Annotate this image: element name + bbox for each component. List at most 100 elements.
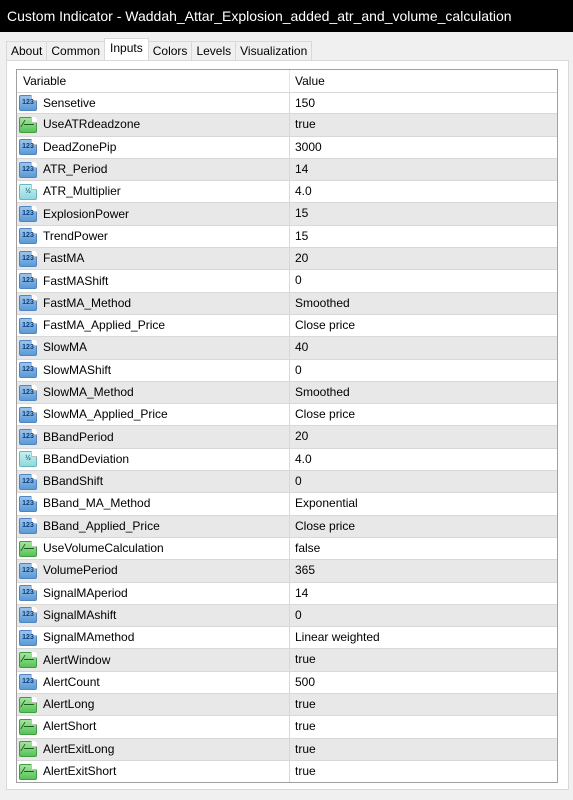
tab-common[interactable]: Common [46,41,106,60]
table-row[interactable]: 123 SignalMAperiod 14 [17,582,557,605]
variable-cell: 123 DeadZonePip [17,136,290,158]
table-row[interactable]: 123 FastMA 20 [17,248,557,271]
integer-type-icon: 123 [19,562,37,579]
variable-cell: 123 SlowMA [17,337,290,359]
table-row[interactable]: 123 ATR_Period 14 [17,158,557,182]
table-row[interactable]: ⁄— AlertLong true [17,694,557,717]
value-cell[interactable]: 40 [290,337,557,358]
value-cell[interactable]: 0 [290,605,557,626]
table-row[interactable]: ⁄— AlertWindow true [17,649,557,672]
type-glyph: ⁄— [22,654,34,666]
column-header-value[interactable]: Value [290,70,557,92]
value-cell[interactable]: 20 [290,426,557,447]
table-row[interactable]: 123 SlowMA_Method Smoothed [17,381,557,405]
table-row[interactable]: 123 BBandPeriod 20 [17,426,557,449]
value-cell[interactable]: 15 [290,226,557,247]
table-row[interactable]: ⁄— AlertExitLong true [17,738,557,761]
table-row[interactable]: ½ BBandDeviation 4.0 [17,448,557,472]
table-row[interactable]: 123 SlowMAShift 0 [17,359,557,382]
table-row[interactable]: ⁄— UseVolumeCalculation false [17,537,557,561]
value-cell[interactable]: Close price [290,404,557,425]
value-cell[interactable]: 0 [290,471,557,492]
value-cell[interactable]: true [290,739,557,760]
value-cell[interactable]: Linear weighted [290,627,557,648]
variable-cell: 123 TrendPower [17,225,290,248]
tab-colors[interactable]: Colors [147,41,193,60]
value-cell[interactable]: 365 [290,560,557,581]
type-glyph: 123 [22,343,34,351]
table-row[interactable]: 123 FastMAShift 0 [17,270,557,293]
value-cell[interactable]: 4.0 [290,181,557,202]
variable-name: AlertWindow [43,652,111,667]
variable-name: UseVolumeCalculation [43,541,164,556]
value-cell[interactable]: 14 [290,583,557,604]
table-row[interactable]: 123 DeadZonePip 3000 [17,136,557,159]
table-row[interactable]: ⁄— UseATRdeadzone true [17,114,557,137]
value-cell[interactable]: Smoothed [290,293,557,314]
grid-body: 123 Sensetive 150 ⁄— UseATRdeadzone true 123 De… [17,92,557,782]
column-header-variable[interactable]: Variable [17,70,290,92]
value-cell[interactable]: 15 [290,203,557,224]
bool-type-icon: ⁄— [19,741,37,758]
table-row[interactable]: 123 AlertCount 500 [17,671,557,695]
table-row[interactable]: 123 BBand_MA_Method Exponential [17,493,557,516]
value-cell[interactable]: 4.0 [290,449,557,470]
table-row[interactable]: 123 BBand_Applied_Price Close price [17,515,557,538]
window-title-bar: Custom Indicator - Waddah_Attar_Explosio… [0,0,573,32]
value-cell[interactable]: Close price [290,315,557,336]
tab-levels[interactable]: Levels [191,41,237,60]
table-row[interactable]: 123 FastMA_Applied_Price Close price [17,314,557,338]
integer-type-icon: 123 [19,607,37,624]
integer-type-icon: 123 [19,518,37,535]
value-cell[interactable]: Close price [290,516,557,537]
bool-type-icon: ⁄— [19,763,37,780]
table-row[interactable]: ½ ATR_Multiplier 4.0 [17,181,557,204]
variable-name: BBand_MA_Method [43,496,151,511]
value-cell[interactable]: 0 [290,270,557,291]
value-cell[interactable]: 14 [290,159,557,180]
variable-cell: ⁄— AlertShort [17,716,290,738]
double-type-icon: ½ [19,451,37,468]
variable-name: ATR_Period [43,162,108,177]
value-cell[interactable]: true [290,761,557,782]
value-cell[interactable]: 150 [290,93,557,113]
integer-type-icon: 123 [19,473,37,490]
variable-name: AlertExitLong [43,741,115,756]
value-cell[interactable]: Smoothed [290,382,557,403]
table-row[interactable]: 123 VolumePeriod 365 [17,560,557,583]
value-cell[interactable]: 20 [290,248,557,269]
bool-type-icon: ⁄— [19,696,37,713]
table-row[interactable]: 123 SlowMA_Applied_Price Close price [17,404,557,427]
value-cell[interactable]: 500 [290,672,557,693]
tab-visualization[interactable]: Visualization [235,41,313,60]
value-cell[interactable]: true [290,716,557,737]
table-row[interactable]: 123 SlowMA 40 [17,337,557,360]
table-row[interactable]: ⁄— AlertExitShort true [17,760,557,782]
value-cell[interactable]: true [290,694,557,715]
table-row[interactable]: 123 FastMA_Method Smoothed [17,292,557,315]
table-row[interactable]: 123 BBandShift 0 [17,471,557,494]
table-row[interactable]: 123 TrendPower 15 [17,225,557,249]
integer-type-icon: 123 [19,139,37,156]
value-cell[interactable]: true [290,114,557,135]
variable-cell: 123 BBandShift [17,471,290,493]
tab-inputs[interactable]: Inputs [104,38,149,60]
type-glyph: 123 [22,254,34,262]
value-cell[interactable]: false [290,538,557,559]
table-row[interactable]: 123 Sensetive 150 [17,92,557,115]
variable-cell: 123 SlowMA_Method [17,381,290,404]
integer-type-icon: 123 [19,406,37,423]
tab-about[interactable]: About [6,41,48,60]
value-cell[interactable]: 0 [290,360,557,381]
table-row[interactable]: 123 ExplosionPower 15 [17,203,557,226]
table-row[interactable]: 123 SignalMAmethod Linear weighted [17,627,557,650]
variable-cell: 123 ATR_Period [17,158,290,181]
table-row[interactable]: 123 SignalMAshift 0 [17,604,557,628]
type-glyph: ⁄— [22,118,34,130]
table-row[interactable]: ⁄— AlertShort true [17,716,557,739]
value-cell[interactable]: Exponential [290,493,557,514]
value-cell[interactable]: 3000 [290,137,557,158]
variable-cell: 123 SlowMAShift [17,359,290,381]
value-cell[interactable]: true [290,649,557,670]
variable-name: BBandDeviation [43,451,130,466]
